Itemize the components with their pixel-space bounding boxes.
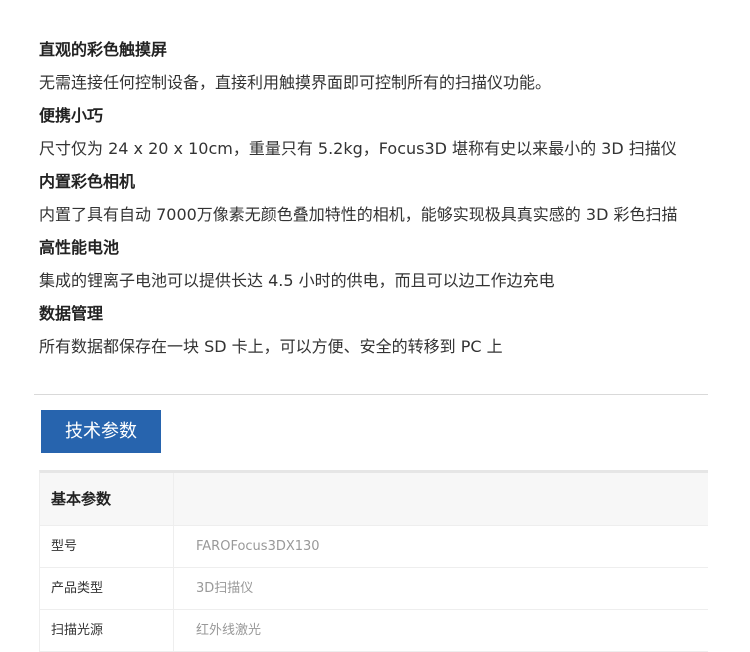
spec-table-header: 基本参数 <box>40 473 174 525</box>
feature-desc-portable: 尺寸仅为 24 x 20 x 10cm，重量只有 5.2kg，Focus3D 堪… <box>39 139 677 158</box>
spec-table-header-empty <box>174 473 708 525</box>
spec-value: FAROFocus3DX130 <box>196 539 320 554</box>
table-row: 产品类型 3D扫描仪 <box>40 568 708 610</box>
table-row: 型号 FAROFocus3DX130 <box>40 526 708 568</box>
spec-key: 扫描光源 <box>40 610 174 651</box>
spec-key: 型号 <box>40 526 174 567</box>
feature-title-portable: 便携小巧 <box>39 106 104 125</box>
feature-title-data-management: 数据管理 <box>39 304 104 323</box>
feature-list: 直观的彩色触摸屏 无需连接任何控制设备，直接利用触摸界面即可控制所有的扫描仪功能… <box>39 33 729 363</box>
feature-desc-camera: 内置了具有自动 7000万像素无颜色叠加特性的相机，能够实现极具真实感的 3D … <box>39 205 678 224</box>
table-row: 扫描光源 红外线激光 <box>40 610 708 652</box>
feature-desc-battery: 集成的锂离子电池可以提供长达 4.5 小时的供电，而且可以边工作边充电 <box>39 271 555 290</box>
feature-title-touchscreen: 直观的彩色触摸屏 <box>39 40 168 59</box>
spec-table: 基本参数 型号 FAROFocus3DX130 产品类型 3D扫描仪 扫描光源 … <box>39 470 708 652</box>
tab-tech-specs[interactable]: 技术参数 <box>41 410 161 453</box>
spec-key: 产品类型 <box>40 568 174 609</box>
feature-title-battery: 高性能电池 <box>39 238 120 257</box>
spec-table-header-row: 基本参数 <box>40 473 708 526</box>
feature-desc-data-management: 所有数据都保存在一块 SD 卡上，可以方便、安全的转移到 PC 上 <box>39 337 503 356</box>
spec-value: 3D扫描仪 <box>196 581 254 596</box>
spec-value: 红外线激光 <box>196 623 262 638</box>
section-divider <box>34 394 708 395</box>
feature-desc-touchscreen: 无需连接任何控制设备，直接利用触摸界面即可控制所有的扫描仪功能。 <box>39 73 552 92</box>
feature-title-camera: 内置彩色相机 <box>39 172 136 191</box>
